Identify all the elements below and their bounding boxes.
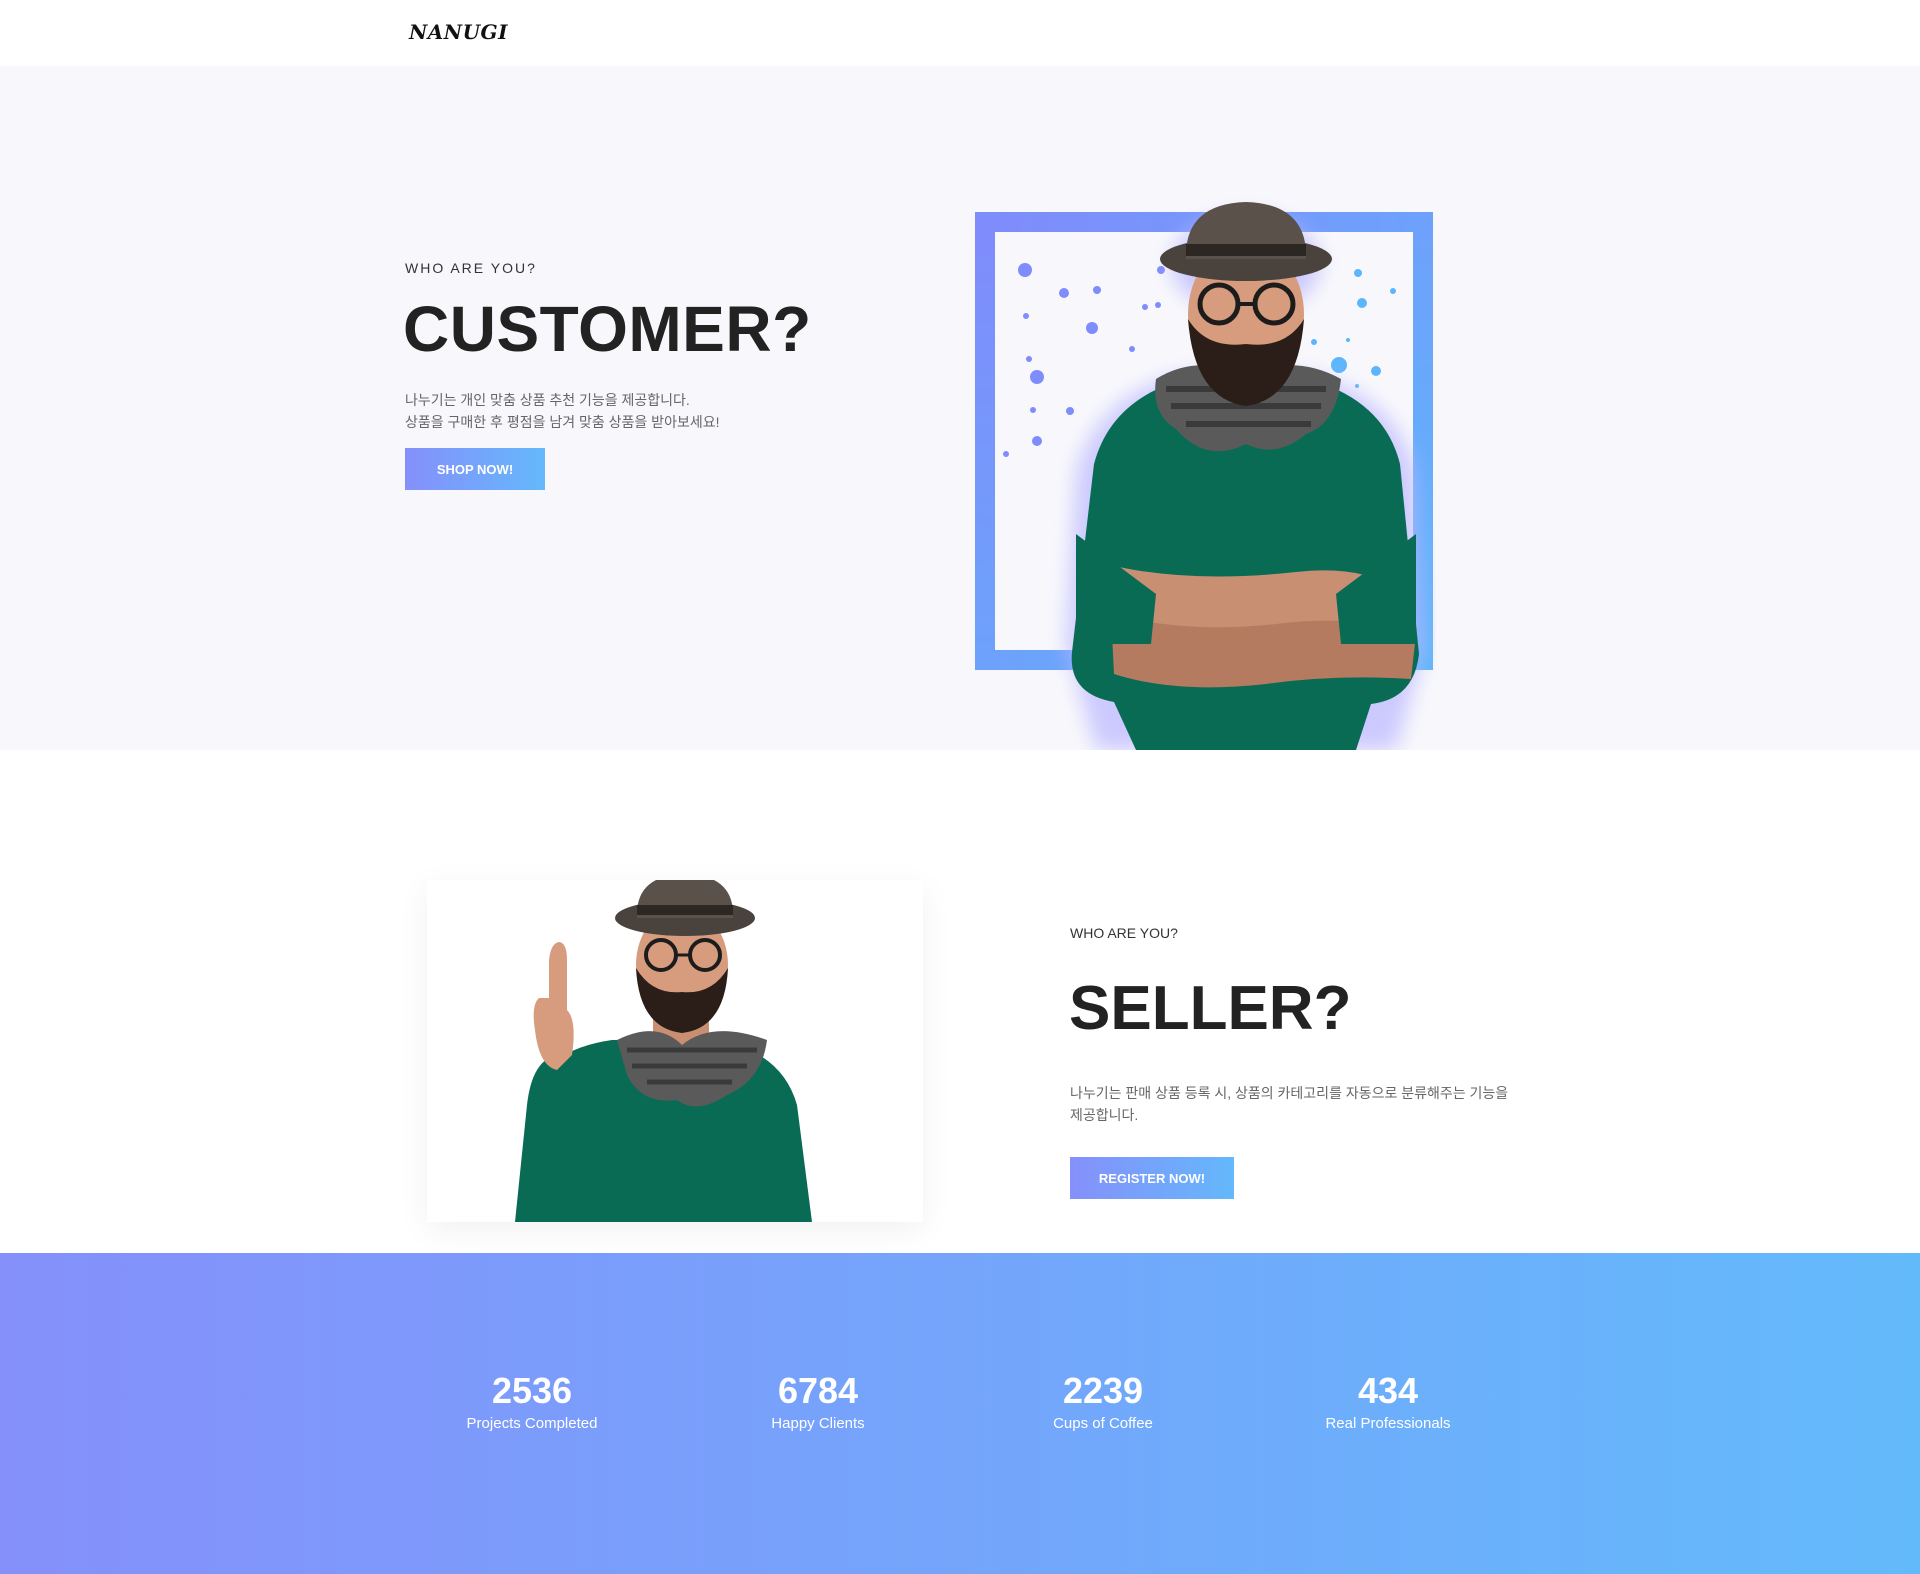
stat-happy-clients: 6784 Happy Clients xyxy=(708,1370,928,1433)
customer-man-image xyxy=(1066,202,1426,750)
seller-title: SELLER? xyxy=(1069,974,1352,1043)
customer-section: WHO ARE YOU? CUSTOMER? 나누기는 개인 맞춤 상품 추천 … xyxy=(0,66,1920,750)
seller-man-image xyxy=(515,880,812,1222)
stat-label: Happy Clients xyxy=(771,1415,865,1432)
seller-eyebrow: WHO ARE YOU? xyxy=(1070,925,1178,941)
customer-eyebrow: WHO ARE YOU? xyxy=(405,260,537,276)
register-now-button[interactable]: REGISTER NOW! xyxy=(1070,1157,1234,1199)
stat-real-professionals: 434 Real Professionals xyxy=(1278,1370,1498,1433)
stat-value: 2239 xyxy=(1062,1370,1144,1411)
customer-description: 나누기는 개인 맞춤 상품 추천 기능을 제공합니다. 상품을 구매한 후 평점… xyxy=(405,389,719,433)
seller-description: 나누기는 판매 상품 등록 시, 상품의 카테고리를 자동으로 분류해주는 기능… xyxy=(1070,1085,1509,1123)
stat-label: Real Professionals xyxy=(1325,1415,1451,1432)
seller-image-card xyxy=(427,880,923,1222)
stats-section: 2536 Projects Completed 6784 Happy Clien… xyxy=(0,1253,1920,1574)
customer-title: CUSTOMER? xyxy=(403,293,812,365)
site-header: NANUGI xyxy=(0,0,1920,66)
stat-value: 2536 xyxy=(491,1370,573,1411)
seller-section: WHO ARE YOU? SELLER? 나누기는 판매 상품 등록 시, 상품… xyxy=(0,750,1920,1253)
stat-label: Projects Completed xyxy=(466,1415,598,1432)
shop-now-button[interactable]: SHOP NOW! xyxy=(405,448,545,490)
stat-cups-of-coffee: 2239 Cups of Coffee xyxy=(993,1370,1213,1433)
customer-description-line-2: 상품을 구매한 후 평점을 남겨 맞춤 상품을 받아보세요! xyxy=(405,414,720,430)
stat-label: Cups of Coffee xyxy=(1053,1415,1153,1432)
stat-value: 434 xyxy=(1357,1370,1419,1411)
customer-description-line-1: 나누기는 개인 맞춤 상품 추천 기능을 제공합니다. xyxy=(405,392,690,408)
stat-value: 6784 xyxy=(777,1370,859,1411)
stat-projects-completed: 2536 Projects Completed xyxy=(422,1370,642,1433)
site-logo[interactable]: NANUGI xyxy=(409,20,508,44)
